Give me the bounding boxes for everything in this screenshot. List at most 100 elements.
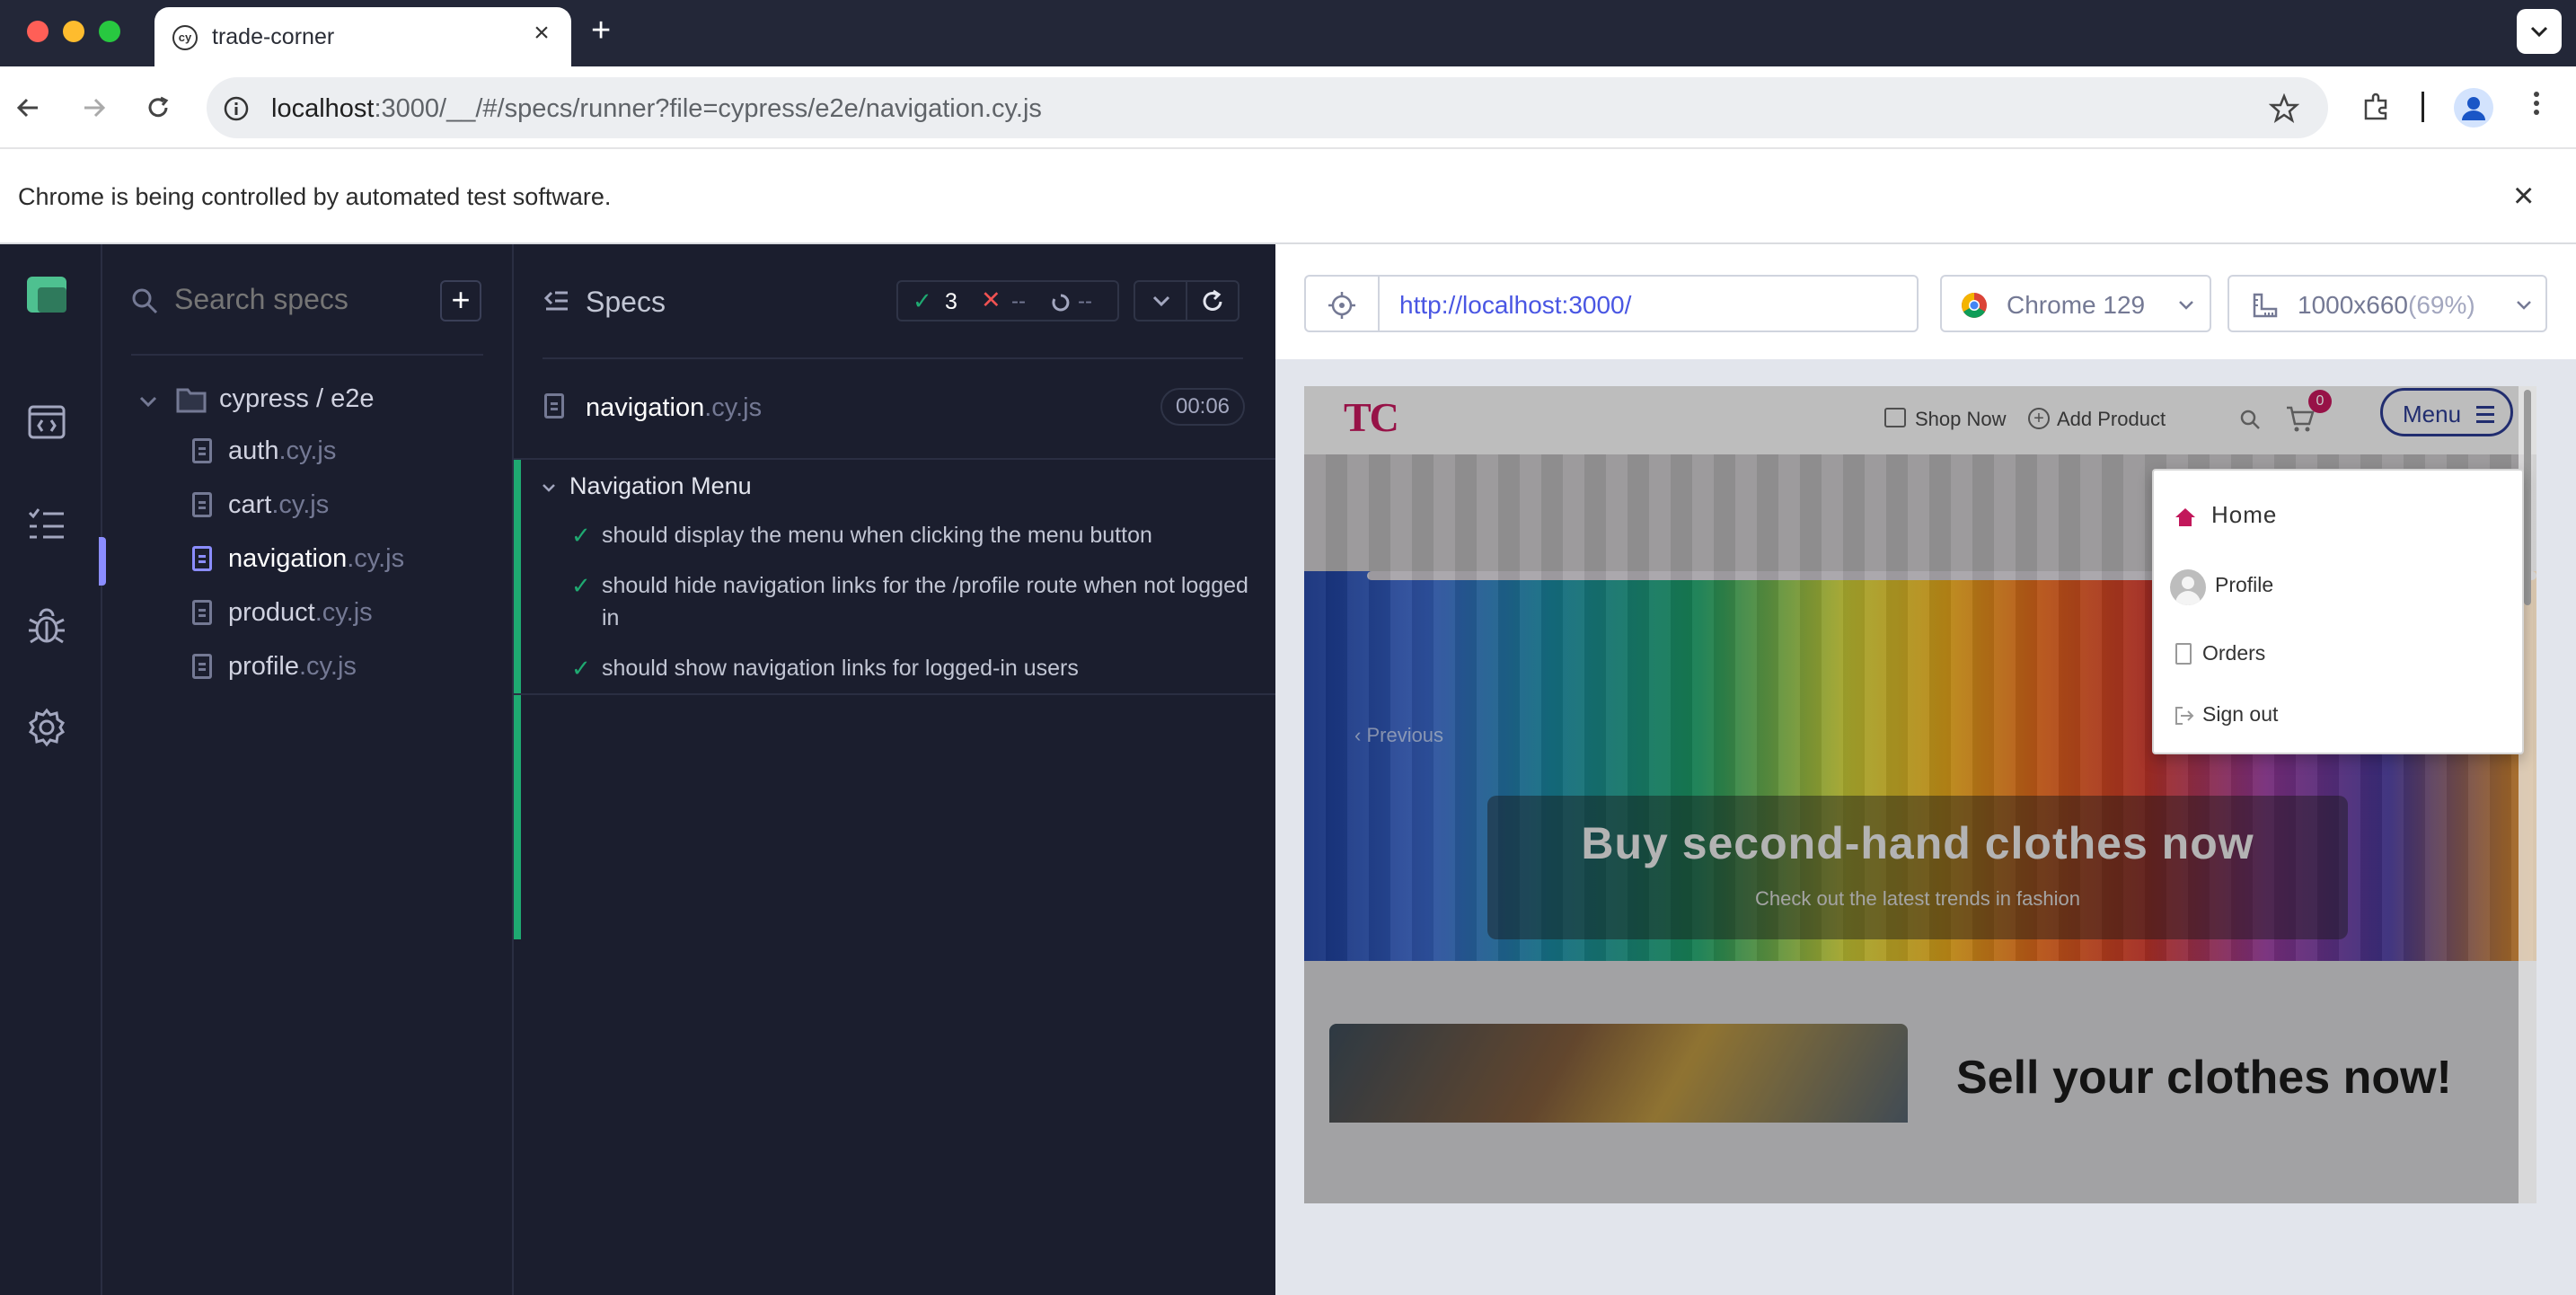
runs-list-icon[interactable] <box>27 507 66 542</box>
reload-icon[interactable] <box>142 92 174 124</box>
browser-tab-strip: cy trade-corner × + <box>0 0 2576 66</box>
site-info-icon[interactable] <box>223 95 250 122</box>
spec-file-navigation[interactable]: navigation.cy.js <box>192 533 498 584</box>
profile-avatar-icon[interactable] <box>2454 88 2493 128</box>
automation-infobar: Chrome is being controlled by automated … <box>0 149 2576 244</box>
passed-check-icon: ✓ <box>571 655 591 682</box>
menu-item-profile[interactable]: Profile <box>2154 559 2522 612</box>
search-specs-input[interactable] <box>174 278 444 320</box>
infobar-message: Chrome is being controlled by automated … <box>18 183 612 210</box>
browser-select-button[interactable]: Chrome 129 <box>1940 275 2211 332</box>
new-spec-button[interactable]: + <box>440 280 481 322</box>
extensions-puzzle-icon[interactable] <box>2360 92 2393 124</box>
spec-file-label: cart.cy.js <box>228 490 330 519</box>
search-divider <box>131 354 483 356</box>
test-title: should show navigation links for logged-… <box>602 656 1079 681</box>
new-tab-icon[interactable]: + <box>591 13 611 48</box>
menu-item-label: Profile <box>2215 573 2274 596</box>
command-log-reporter: Specs ✓ 3 ✕ -- -- navigation.cy.js 00:06… <box>514 244 1275 1295</box>
collapse-specs-icon[interactable] <box>543 287 569 314</box>
spec-file-product[interactable]: product.cy.js <box>192 587 498 638</box>
nav-dropdown-menu: Home Profile Orders Sign out <box>2152 469 2524 754</box>
selector-playground-button[interactable] <box>1304 275 1380 332</box>
maximize-window-button[interactable] <box>99 21 120 42</box>
minimize-window-button[interactable] <box>63 21 84 42</box>
rerun-tests-icon[interactable] <box>1200 289 1225 314</box>
tab-search-button[interactable] <box>2517 9 2562 54</box>
settings-gear-icon[interactable] <box>27 708 66 747</box>
cypress-sidebar-nav <box>0 244 102 1295</box>
back-arrow-icon[interactable] <box>13 92 45 124</box>
menu-item-label: Orders <box>2202 641 2266 665</box>
avatar <box>2170 569 2206 605</box>
debug-bug-icon[interactable] <box>27 607 66 645</box>
menu-item-orders[interactable]: Orders <box>2154 627 2522 681</box>
file-icon <box>192 492 212 517</box>
menu-item-sign-out[interactable]: Sign out <box>2154 688 2522 742</box>
chevron-down-icon <box>2517 301 2531 310</box>
cypress-logo-icon[interactable] <box>27 277 66 313</box>
expand-all-button[interactable] <box>1135 282 1187 320</box>
file-icon <box>192 438 212 463</box>
file-icon <box>192 546 212 571</box>
chevron-down-icon[interactable] <box>541 480 557 496</box>
aut-url-field[interactable]: http://localhost:3000/ <box>1378 275 1919 332</box>
chrome-logo-icon <box>1962 293 1987 318</box>
passed-check-icon: ✓ <box>571 572 591 599</box>
spec-duration: 00:06 <box>1160 388 1245 426</box>
aut-iframe: TC Shop Now + Add Product 0 Menu ‹ Previ… <box>1304 386 2536 1203</box>
viewport-select-button[interactable]: 1000x660(69%) <box>2228 275 2547 332</box>
reporter-divider <box>543 357 1243 359</box>
chevron-down-icon <box>1152 295 1170 307</box>
aut-url-text: http://localhost:3000/ <box>1399 291 1632 319</box>
menu-item-label: Sign out <box>2202 702 2279 726</box>
viewport-size: 1000x660(69%) <box>2298 291 2475 319</box>
suite-title: Navigation Menu <box>569 472 752 499</box>
infobar-close-icon[interactable]: × <box>2513 178 2534 214</box>
failed-x-icon: ✕ <box>981 286 1001 313</box>
close-window-button[interactable] <box>27 21 49 42</box>
file-icon <box>192 654 212 679</box>
menu-item-label: Home <box>2211 501 2278 528</box>
test-title: should hide navigation links for the /pr… <box>602 573 1248 630</box>
crosshair-icon <box>1328 292 1355 319</box>
tab-title: trade-corner <box>212 24 335 49</box>
spec-file-auth[interactable]: auth.cy.js <box>192 426 498 476</box>
spec-file-label: profile.cy.js <box>228 652 357 681</box>
specs-list-panel: + cypress / e2e auth.cy.js cart.cy.js na… <box>99 244 514 1295</box>
spec-file-label: product.cy.js <box>228 598 373 627</box>
bookmark-star-icon[interactable] <box>2269 93 2299 124</box>
search-icon <box>132 288 158 314</box>
browser-tab[interactable]: cy trade-corner × <box>154 7 571 66</box>
pending-count: -- <box>1078 289 1092 313</box>
browser-name: Chrome 129 <box>2007 291 2146 319</box>
failed-count: -- <box>1011 289 1026 313</box>
active-spec-indicator <box>99 537 106 586</box>
spec-file-label: navigation.cy.js <box>228 544 405 573</box>
reporter-title: Specs <box>586 286 666 318</box>
suite-navigation-menu[interactable]: Navigation Menu ✓ should display the men… <box>514 460 1275 939</box>
menu-item-home[interactable]: Home <box>2154 489 2522 542</box>
passed-check-icon: ✓ <box>913 287 932 314</box>
home-icon <box>2175 508 2195 526</box>
cypress-favicon-icon: cy <box>172 25 198 50</box>
browser-toolbar: localhost:3000/__/#/specs/runner?file=cy… <box>0 66 2576 149</box>
passed-count: 3 <box>945 289 957 314</box>
address-bar[interactable]: localhost:3000/__/#/specs/runner?file=cy… <box>207 77 2328 138</box>
ruler-icon <box>2253 293 2278 318</box>
folder-icon <box>176 388 207 413</box>
spec-file-profile[interactable]: profile.cy.js <box>192 641 498 692</box>
running-spec-name: navigation.cy.js <box>586 393 763 422</box>
forward-arrow-icon[interactable] <box>77 92 110 124</box>
spec-file-cart[interactable]: cart.cy.js <box>192 480 498 530</box>
file-icon <box>544 393 564 418</box>
specs-browser-icon[interactable] <box>27 404 66 440</box>
toolbar-divider <box>2422 92 2424 122</box>
more-options-icon[interactable] <box>2531 88 2542 119</box>
suite-divider <box>514 693 1275 695</box>
sign-out-icon <box>2175 707 2194 725</box>
reporter-controls <box>1134 280 1239 322</box>
tab-close-icon[interactable]: × <box>528 20 555 47</box>
chevron-down-icon[interactable] <box>138 392 158 411</box>
test-title: should display the menu when clicking th… <box>602 523 1152 548</box>
